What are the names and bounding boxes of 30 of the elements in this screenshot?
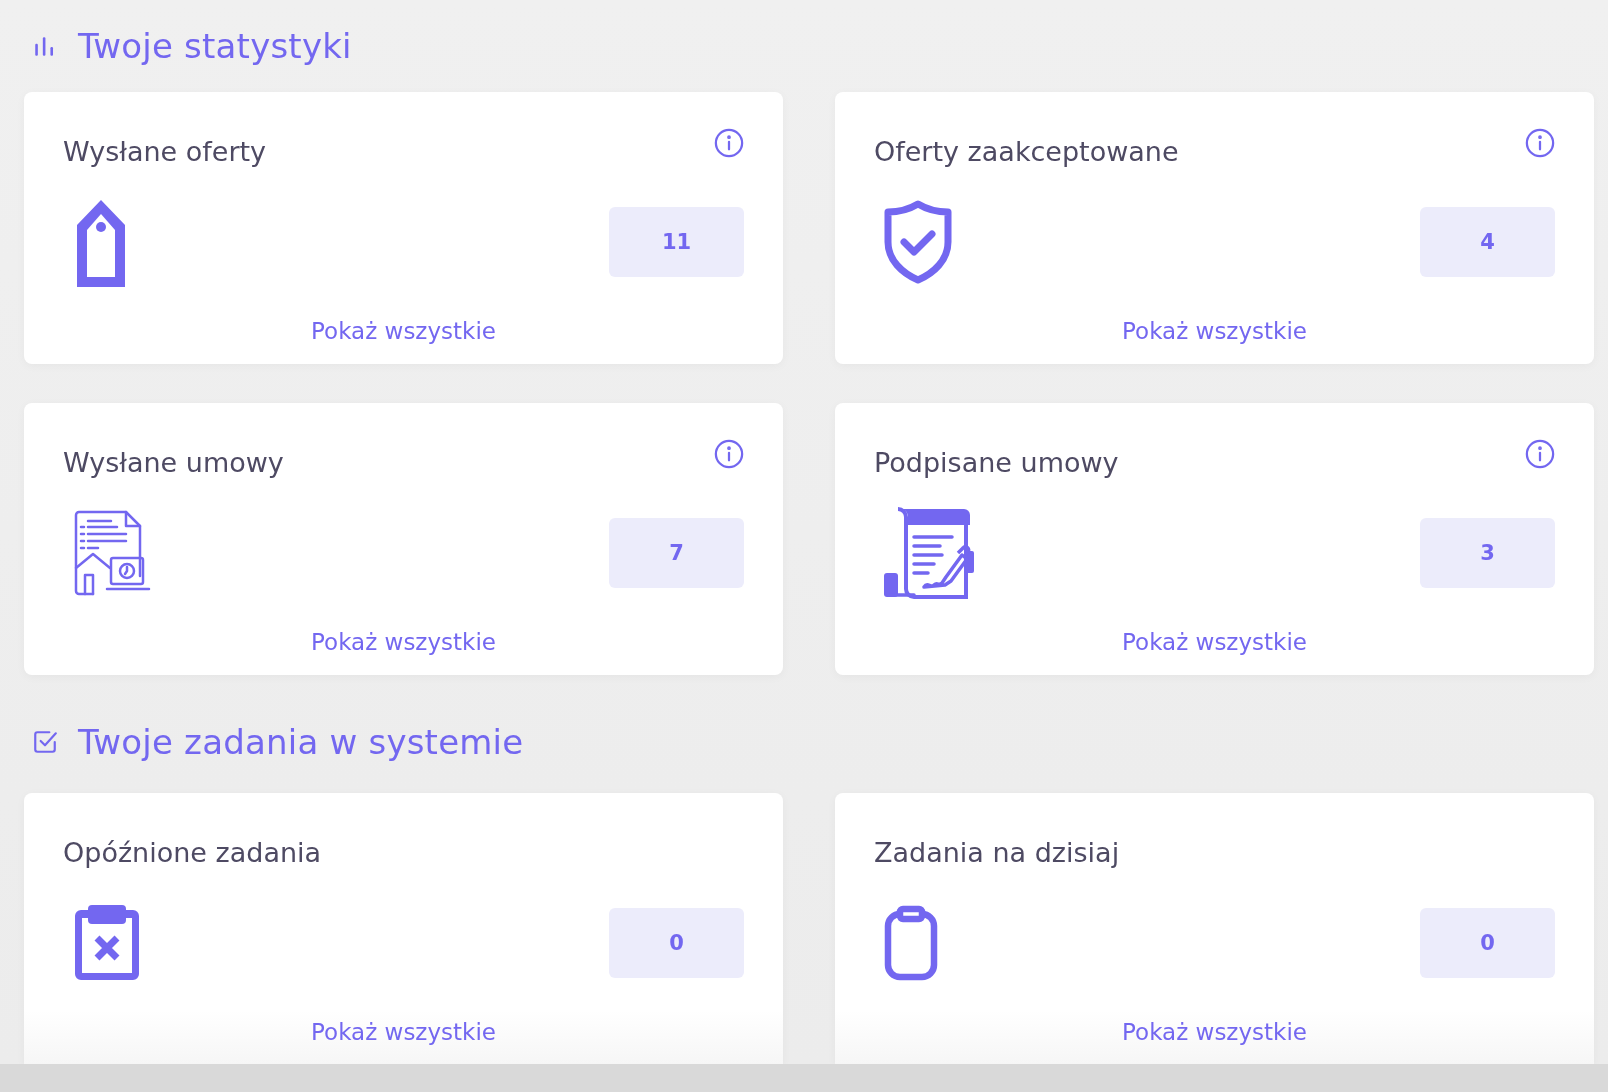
- show-all-link[interactable]: Pokaż wszystkie: [311, 318, 496, 344]
- card-title: Wysłane umowy: [63, 447, 284, 478]
- clipboard-icon: [884, 905, 938, 981]
- signed-document-icon: [884, 507, 974, 599]
- card-title: Opóźnione zadania: [63, 837, 322, 868]
- count-badge: 3: [1420, 518, 1555, 588]
- clipboard-x-icon: [73, 905, 141, 981]
- card-title: Zadania na dzisiaj: [874, 837, 1120, 868]
- count-badge: 7: [609, 518, 744, 588]
- card-title: Podpisane umowy: [874, 447, 1119, 478]
- section-title: Twoje statystyki: [78, 26, 352, 66]
- checkbox-icon: [32, 729, 58, 755]
- show-all-link[interactable]: Pokaż wszystkie: [311, 1019, 496, 1045]
- info-icon[interactable]: [714, 439, 744, 469]
- show-all-link[interactable]: Pokaż wszystkie: [1122, 1019, 1307, 1045]
- show-all-link[interactable]: Pokaż wszystkie: [1122, 318, 1307, 344]
- count-badge: 0: [1420, 908, 1555, 978]
- count-badge: 11: [609, 207, 744, 277]
- document-house-icon: [73, 510, 151, 596]
- info-icon[interactable]: [1525, 439, 1555, 469]
- shield-check-icon: [884, 200, 952, 284]
- section-title: Twoje zadania w systemie: [78, 722, 524, 762]
- count-badge: 0: [609, 908, 744, 978]
- count-badge: 4: [1420, 207, 1555, 277]
- card-title: Oferty zaakceptowane: [874, 136, 1179, 167]
- show-all-link[interactable]: Pokaż wszystkie: [1122, 629, 1307, 655]
- info-icon[interactable]: [1525, 128, 1555, 158]
- card-title: Wysłane oferty: [63, 136, 267, 167]
- info-icon[interactable]: [714, 128, 744, 158]
- show-all-link[interactable]: Pokaż wszystkie: [311, 629, 496, 655]
